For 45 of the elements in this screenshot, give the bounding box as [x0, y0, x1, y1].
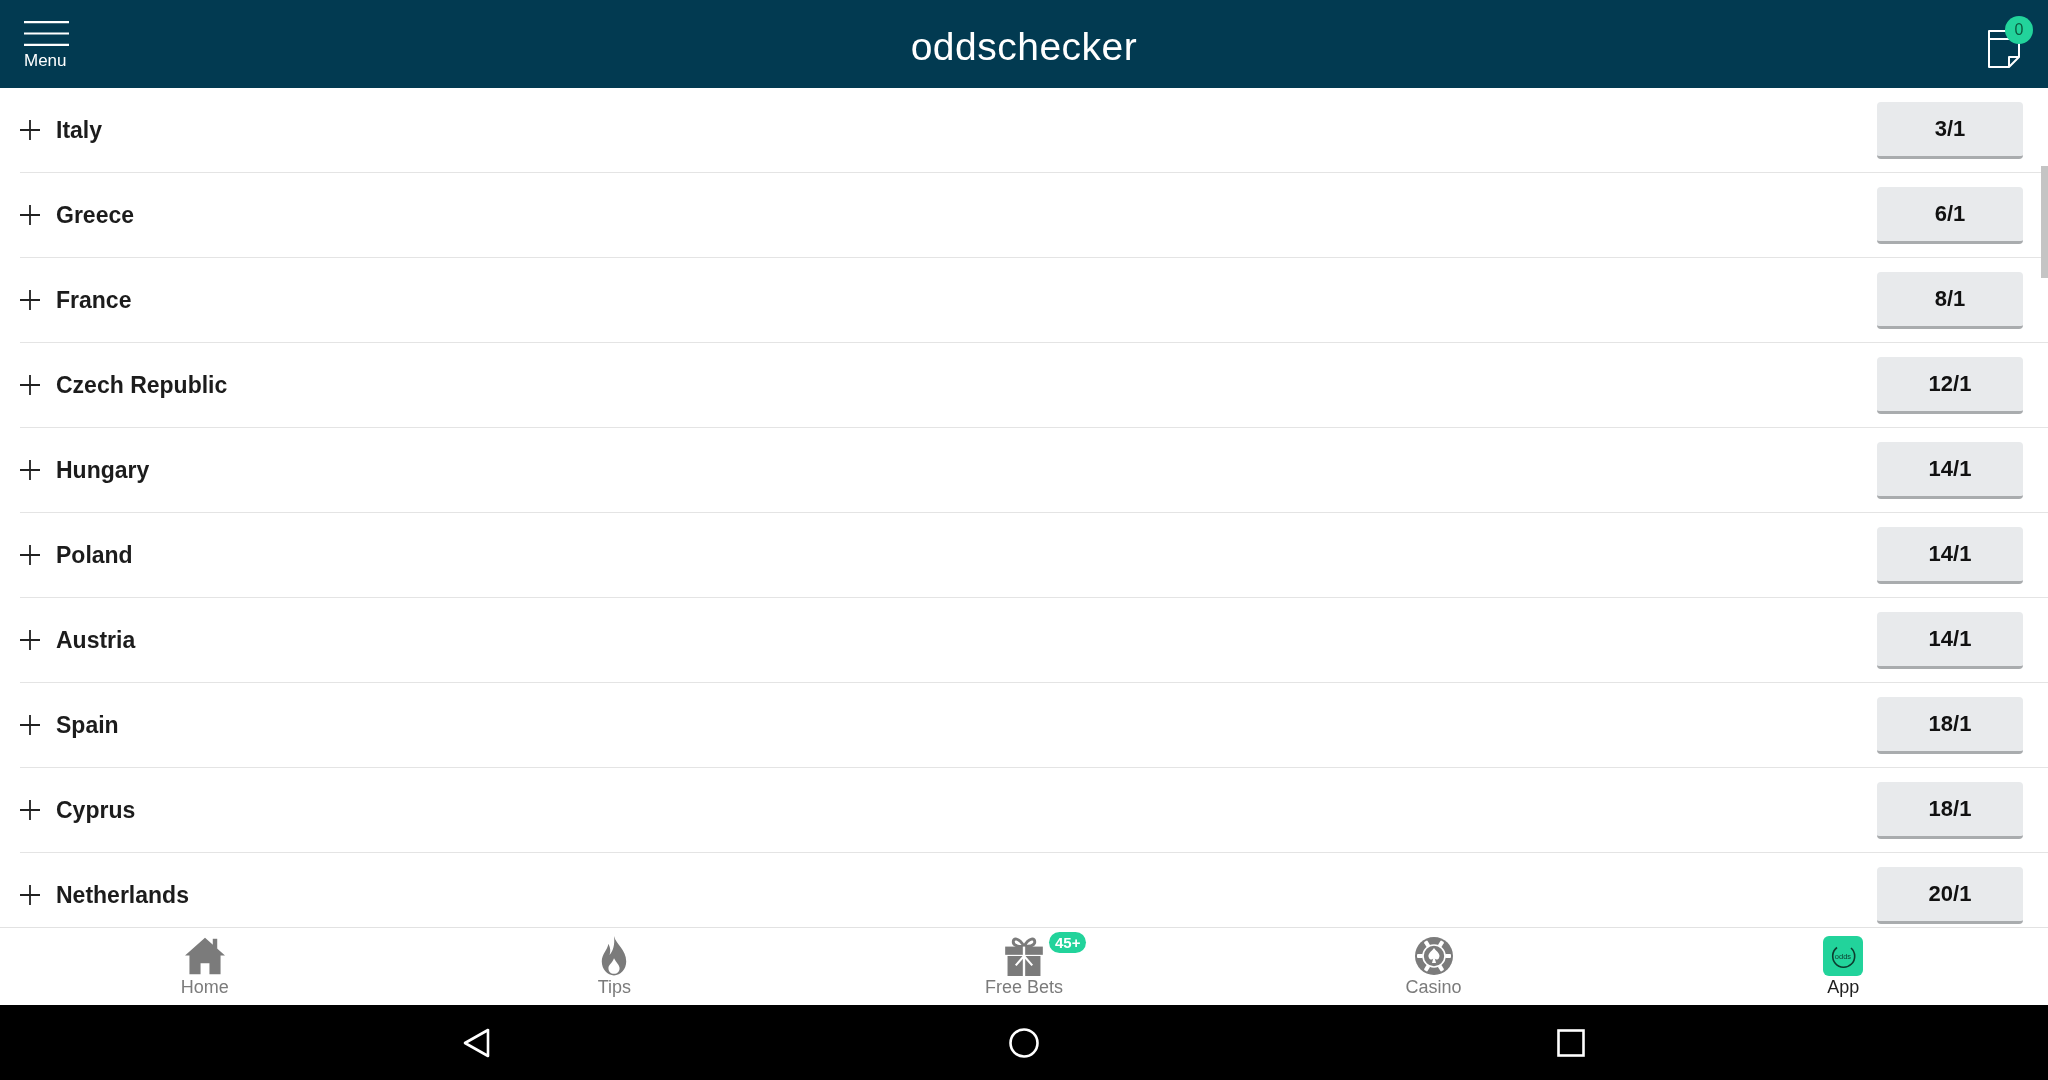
- plus-icon[interactable]: [20, 375, 40, 395]
- plus-icon[interactable]: [20, 545, 40, 565]
- country-name: Greece: [56, 201, 134, 229]
- plus-icon[interactable]: [20, 290, 40, 310]
- country-name: Netherlands: [56, 881, 189, 909]
- odds-button[interactable]: 3/1: [1877, 101, 2023, 159]
- country-name: Austria: [56, 626, 136, 654]
- scrollbar[interactable]: [2041, 166, 2048, 278]
- odds-button[interactable]: 14/1: [1877, 441, 2023, 499]
- nav-tab[interactable]: Tips: [590, 928, 639, 1005]
- odds-button[interactable]: 14/1: [1877, 526, 2023, 584]
- odds-button[interactable]: 18/1: [1877, 696, 2023, 754]
- odds-button[interactable]: 6/1: [1877, 186, 2023, 244]
- plus-icon[interactable]: [20, 800, 40, 820]
- nav-tab[interactable]: Casino: [1401, 928, 1466, 1005]
- count-badge: 0: [2005, 16, 2033, 44]
- country-name: Cyprus: [56, 796, 136, 824]
- home-circle-icon[interactable]: [1009, 1027, 1039, 1058]
- plus-icon[interactable]: [20, 205, 40, 225]
- square-icon[interactable]: [1556, 1027, 1586, 1058]
- country-name: Spain: [56, 711, 119, 739]
- nav-tab[interactable]: Home: [176, 928, 233, 1005]
- odds-button[interactable]: 20/1: [1877, 866, 2023, 924]
- menu-icon: [24, 21, 69, 46]
- gift-icon: [1004, 936, 1044, 976]
- back-icon[interactable]: [462, 1027, 492, 1058]
- plus-icon[interactable]: [20, 885, 40, 905]
- house-icon: [184, 936, 225, 976]
- menu-button[interactable]: Menu: [24, 21, 69, 71]
- odds-button[interactable]: 18/1: [1877, 781, 2023, 839]
- logo[interactable]: oddschecker: [910, 22, 1138, 66]
- country-name: Poland: [56, 541, 133, 569]
- country-name: Italy: [56, 116, 103, 144]
- plus-icon[interactable]: [20, 120, 40, 140]
- count-badge: 45+: [1049, 932, 1087, 953]
- plus-icon[interactable]: [20, 715, 40, 735]
- country-name: Hungary: [56, 456, 150, 484]
- poker-chip-icon: [1413, 936, 1454, 976]
- plus-icon[interactable]: [20, 630, 40, 650]
- odds-button[interactable]: 14/1: [1877, 611, 2023, 669]
- odds-button[interactable]: 8/1: [1877, 271, 2023, 329]
- country-name: Czech Republic: [56, 371, 228, 399]
- plus-icon[interactable]: [20, 460, 40, 480]
- odds-button[interactable]: 12/1: [1877, 356, 2023, 414]
- country-name: France: [56, 286, 132, 314]
